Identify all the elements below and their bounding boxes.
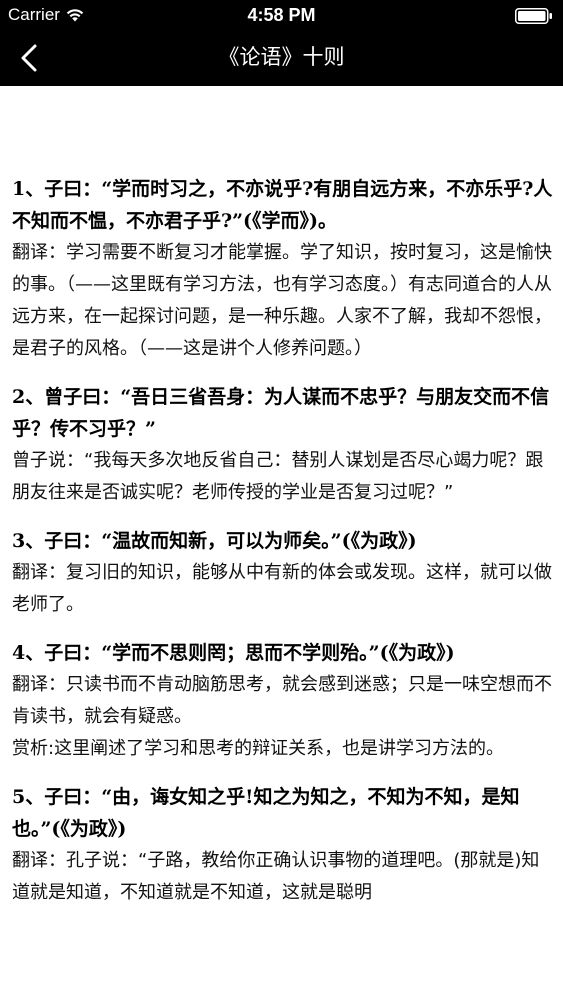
page-title: 《论语》十则 xyxy=(218,45,345,69)
entry-3: 3、子曰：“温故而知新，可以为师矣。”(《为政》) 翻译：复习旧的知识，能够从中… xyxy=(12,525,555,621)
entry-translation: 曾子说：“我每天多次地反省自己：替别人谋划是否尽心竭力呢？跟朋友往来是否诚实呢？… xyxy=(12,450,544,503)
entry-2: 2、曾子曰：“吾日三省吾身：为人谋而不忠乎？与朋友交而不信乎？传不习乎？” 曾子… xyxy=(12,381,555,509)
entry-heading: 2、曾子曰：“吾日三省吾身：为人谋而不忠乎？与朋友交而不信乎？传不习乎？” xyxy=(12,386,550,440)
entry-translation: 翻译：孔子说：“子路，教给你正确认识事物的道理吧。(那就是)知道就是知道，不知道… xyxy=(12,850,540,903)
entry-translation: 翻译：学习需要不断复习才能掌握。学了知识，按时复习，这是愉快的事。（——这里既有… xyxy=(12,242,552,359)
article-scroll-view[interactable]: 1、子曰：“学而时习之，不亦说乎?有朋自远方来，不亦乐乎?人不知而不愠，不亦君子… xyxy=(0,86,563,1000)
entry-4: 4、子曰：“学而不思则罔；思而不学则殆。”(《为政》) 翻译：只读书而不肯动脑筋… xyxy=(12,637,555,765)
navigation-bar: 《论语》十则 xyxy=(0,30,563,86)
entry-heading: 3、子曰：“温故而知新，可以为师矣。”(《为政》) xyxy=(12,530,417,552)
entry-heading: 5、子曰：“由，诲女知之乎!知之为知之，不知为不知，是知也。”(《为政》) xyxy=(12,786,520,840)
entry-heading: 1、子曰：“学而时习之，不亦说乎?有朋自远方来，不亦乐乎?人不知而不愠，不亦君子… xyxy=(12,178,553,232)
battery-full-icon xyxy=(515,8,552,24)
article-body: 1、子曰：“学而时习之，不亦说乎?有朋自远方来，不亦乐乎?人不知而不愠，不亦君子… xyxy=(0,86,563,909)
status-bar: Carrier 4:58 PM xyxy=(0,0,563,30)
status-time: 4:58 PM xyxy=(247,5,316,25)
entry-5: 5、子曰：“由，诲女知之乎!知之为知之，不知为不知，是知也。”(《为政》) 翻译… xyxy=(12,781,555,909)
entry-appreciation: 赏析:这里阐述了学习和思考的辩证关系，也是讲学习方法的。 xyxy=(12,738,505,759)
entry-translation: 翻译：只读书而不肯动脑筋思考，就会感到迷惑；只是一味空想而不肯读书，就会有疑惑。 xyxy=(12,674,552,727)
chevron-left-icon xyxy=(21,44,37,72)
entry-heading: 4、子曰：“学而不思则罔；思而不学则殆。”(《为政》) xyxy=(12,642,455,664)
entry-1: 1、子曰：“学而时习之，不亦说乎?有朋自远方来，不亦乐乎?人不知而不愠，不亦君子… xyxy=(12,173,555,365)
entry-translation: 翻译：复习旧的知识，能够从中有新的体会或发现。这样，就可以做老师了。 xyxy=(12,562,552,615)
back-button[interactable] xyxy=(14,42,46,74)
